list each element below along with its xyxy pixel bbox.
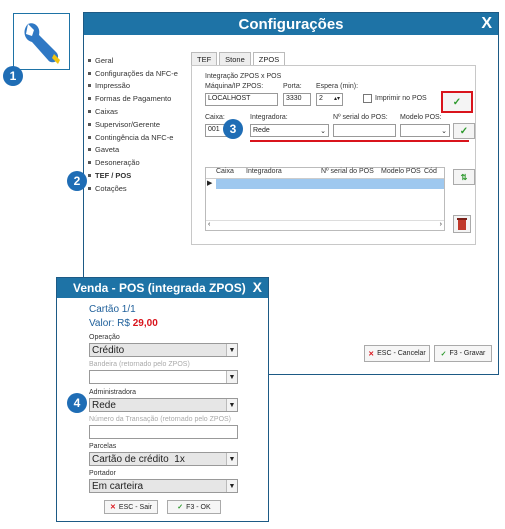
menu-item-gaveta[interactable]: Gaveta [88, 144, 184, 157]
step-badge-3: 3 [223, 119, 243, 139]
porta-label: Porta: [283, 83, 302, 90]
scroll-left-icon[interactable]: ‹ [208, 221, 210, 231]
cancel-button[interactable]: ✕ ESC - Cancelar [364, 345, 430, 362]
sair-button[interactable]: ✕ ESC - Sair [104, 500, 158, 514]
espera-stepper[interactable]: 2 ▴▾ [316, 93, 343, 106]
grid-header-serial: Nº serial do POS [321, 168, 374, 175]
grid-header-caixa: Caixa [216, 168, 234, 175]
administradora-label: Administradora [89, 389, 137, 396]
serial-label: Nº serial do POS: [333, 114, 388, 121]
menu-item-tef-pos[interactable]: TEF / POS [88, 169, 184, 182]
venda-title-bar: Venda - POS (integrada ZPOS) X [57, 278, 268, 298]
bandeira-select[interactable]: ▼ [89, 370, 238, 384]
close-icon[interactable]: X [253, 279, 262, 295]
step-badge-1: 1 [3, 66, 23, 86]
grid-header-cod: Cód [424, 168, 437, 175]
horizontal-scrollbar[interactable]: ‹ › [206, 220, 444, 231]
chevron-down-icon: ▼ [226, 399, 237, 411]
tab-zpos[interactable]: ZPOS [252, 52, 286, 66]
add-pos-button[interactable]: ✓ [453, 123, 475, 139]
grid-header-integradora: Integradora [246, 168, 282, 175]
row-pointer-icon: ▶ [207, 180, 213, 187]
stepper-arrows-icon[interactable]: ▴▾ [334, 95, 340, 104]
chevron-down-icon: ⌄ [441, 127, 447, 135]
menu-item-impressao[interactable]: Impressão [88, 80, 184, 93]
integradora-select[interactable]: Rede ⌄ [250, 124, 329, 137]
chevron-down-icon: ▼ [226, 344, 237, 356]
maquina-label: Máquina/IP ZPOS: [205, 83, 264, 90]
menu-item-supervisor[interactable]: Supervisor/Gerente [88, 118, 184, 131]
check-icon: ✓ [177, 504, 184, 511]
espera-value: 2 [319, 95, 323, 102]
valor-line: Valor: R$ 29,00 [89, 318, 158, 329]
scroll-right-icon[interactable]: › [440, 221, 442, 231]
menu-item-desoneracao[interactable]: Desoneração [88, 156, 184, 169]
chevron-down-icon: ⌄ [320, 127, 326, 135]
table-row[interactable] [216, 179, 444, 189]
edit-icon: ⇅ [460, 172, 468, 182]
config-title-bar: Configurações X [84, 13, 498, 35]
chevron-down-icon: ▼ [226, 453, 237, 465]
wrench-icon [24, 23, 60, 64]
pos-grid: Caixa Integradora Nº serial do POS Model… [205, 167, 445, 231]
portador-label: Portador [89, 470, 116, 477]
x-icon: ✕ [110, 504, 116, 511]
save-button[interactable]: ✓ F3 - Gravar [434, 345, 492, 362]
step-badge-4: 4 [67, 393, 87, 413]
menu-item-cotacoes[interactable]: Cotações [88, 182, 184, 195]
venda-window: Venda - POS (integrada ZPOS) X Cartão 1/… [56, 277, 269, 522]
highlight-underline [250, 140, 469, 142]
check-icon: ✓ [440, 350, 447, 358]
valor-amount: 29,00 [132, 318, 158, 329]
config-menu: Geral Configurações da NFC-e Impressão F… [88, 54, 184, 195]
grid-header-modelo: Modelo POS [381, 168, 421, 175]
tool-icon-tile [13, 13, 70, 70]
modelo-label: Modelo POS: [400, 114, 442, 121]
venda-title: Venda - POS (integrada ZPOS) [73, 281, 246, 295]
menu-item-formas-pagamento[interactable]: Formas de Pagamento [88, 92, 184, 105]
grid-header-row: Caixa Integradora Nº serial do POS Model… [206, 168, 444, 179]
tab-stone[interactable]: Stone [219, 52, 251, 66]
modelo-select[interactable]: ⌄ [400, 124, 450, 137]
caixa-label: Caixa: [205, 114, 225, 121]
operacao-label: Operação [89, 334, 120, 341]
portador-select[interactable]: Em carteira ▼ [89, 479, 238, 493]
delete-row-button[interactable] [453, 215, 471, 233]
maquina-input[interactable]: LOCALHOST [205, 93, 278, 106]
administradora-select[interactable]: Rede ▼ [89, 398, 238, 412]
ok-button[interactable]: ✓ F3 - OK [167, 500, 221, 514]
zpos-panel: Integração ZPOS x POS Máquina/IP ZPOS: L… [191, 65, 476, 245]
bandeira-label: Bandeira (retornado pelo ZPOS) [89, 361, 190, 368]
chevron-down-icon: ▼ [226, 371, 237, 383]
menu-item-caixas[interactable]: Caixas [88, 105, 184, 118]
parcelas-select[interactable]: Cartão de crédito 1x ▼ [89, 452, 238, 466]
config-title: Configurações [238, 15, 344, 33]
tab-tef[interactable]: TEF [191, 52, 218, 66]
close-icon[interactable]: X [481, 15, 492, 33]
menu-item-nfce[interactable]: Configurações da NFC-e [88, 67, 184, 80]
x-icon: ✕ [368, 350, 375, 358]
step-badge-2: 2 [67, 171, 87, 191]
chevron-down-icon: ▼ [226, 480, 237, 492]
cartao-label: Cartão 1/1 [89, 304, 136, 315]
trash-icon [457, 218, 467, 230]
menu-item-geral[interactable]: Geral [88, 54, 184, 67]
transacao-label: Número da Transação (retornado pelo ZPOS… [89, 416, 232, 423]
integradora-label: Integradora: [250, 114, 288, 121]
operacao-select[interactable]: Crédito ▼ [89, 343, 238, 357]
check-icon: ✓ [459, 125, 469, 137]
serial-input[interactable] [333, 124, 396, 137]
group-title: Integração ZPOS x POS [205, 73, 282, 80]
espera-label: Espera (min): [316, 83, 359, 90]
tab-bar: TEF Stone ZPOS [191, 52, 287, 66]
imprimir-label: Imprimir no POS [375, 95, 427, 102]
edit-row-button[interactable]: ⇅ [453, 169, 475, 185]
menu-item-contingencia[interactable]: Contingência da NFC-e [88, 131, 184, 144]
save-zpos-button[interactable]: ✓ [441, 91, 473, 113]
transacao-input[interactable] [89, 425, 238, 439]
porta-input[interactable]: 3330 [283, 93, 311, 106]
parcelas-label: Parcelas [89, 443, 117, 450]
check-icon: ✓ [452, 96, 462, 108]
imprimir-checkbox[interactable] [363, 94, 372, 103]
